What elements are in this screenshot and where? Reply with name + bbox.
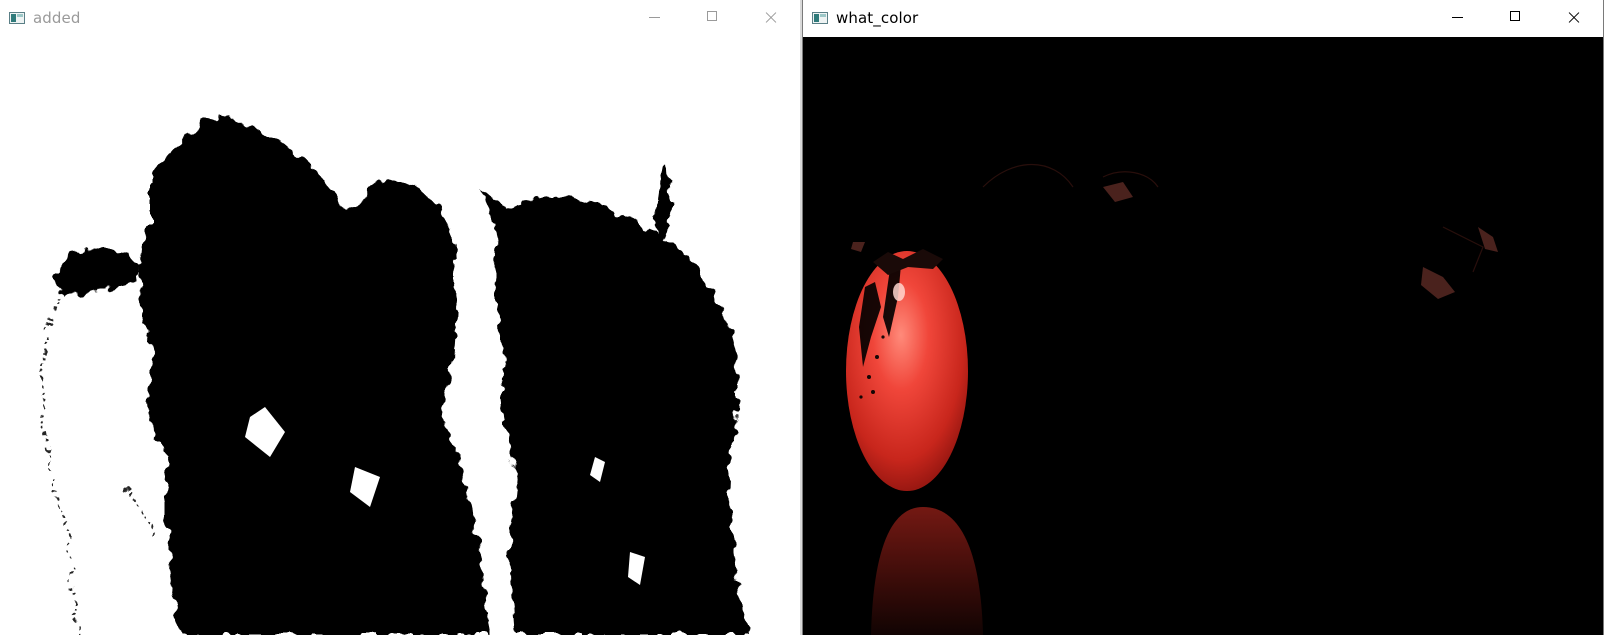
title-bar[interactable]: added — [0, 0, 800, 35]
close-icon[interactable] — [742, 0, 800, 35]
mask-image — [42, 115, 750, 635]
window-title: added — [33, 8, 81, 27]
image-canvas — [0, 37, 800, 635]
tomato-highlight — [846, 251, 968, 491]
maximize-icon[interactable] — [684, 0, 742, 35]
window-controls — [626, 0, 800, 35]
minimize-icon[interactable] — [1429, 0, 1487, 35]
window-what-color[interactable]: what_color — [802, 0, 1604, 635]
close-icon[interactable] — [1545, 0, 1603, 35]
window-controls — [1429, 0, 1603, 35]
maximize-icon[interactable] — [1487, 0, 1545, 35]
window-added[interactable]: added — [0, 0, 800, 635]
app-icon — [9, 11, 25, 24]
window-title: what_color — [836, 8, 919, 27]
title-bar[interactable]: what_color — [803, 0, 1603, 35]
minimize-icon[interactable] — [626, 0, 684, 35]
image-canvas — [803, 37, 1603, 635]
app-icon — [812, 11, 828, 24]
color-filtered-image — [846, 164, 1498, 635]
